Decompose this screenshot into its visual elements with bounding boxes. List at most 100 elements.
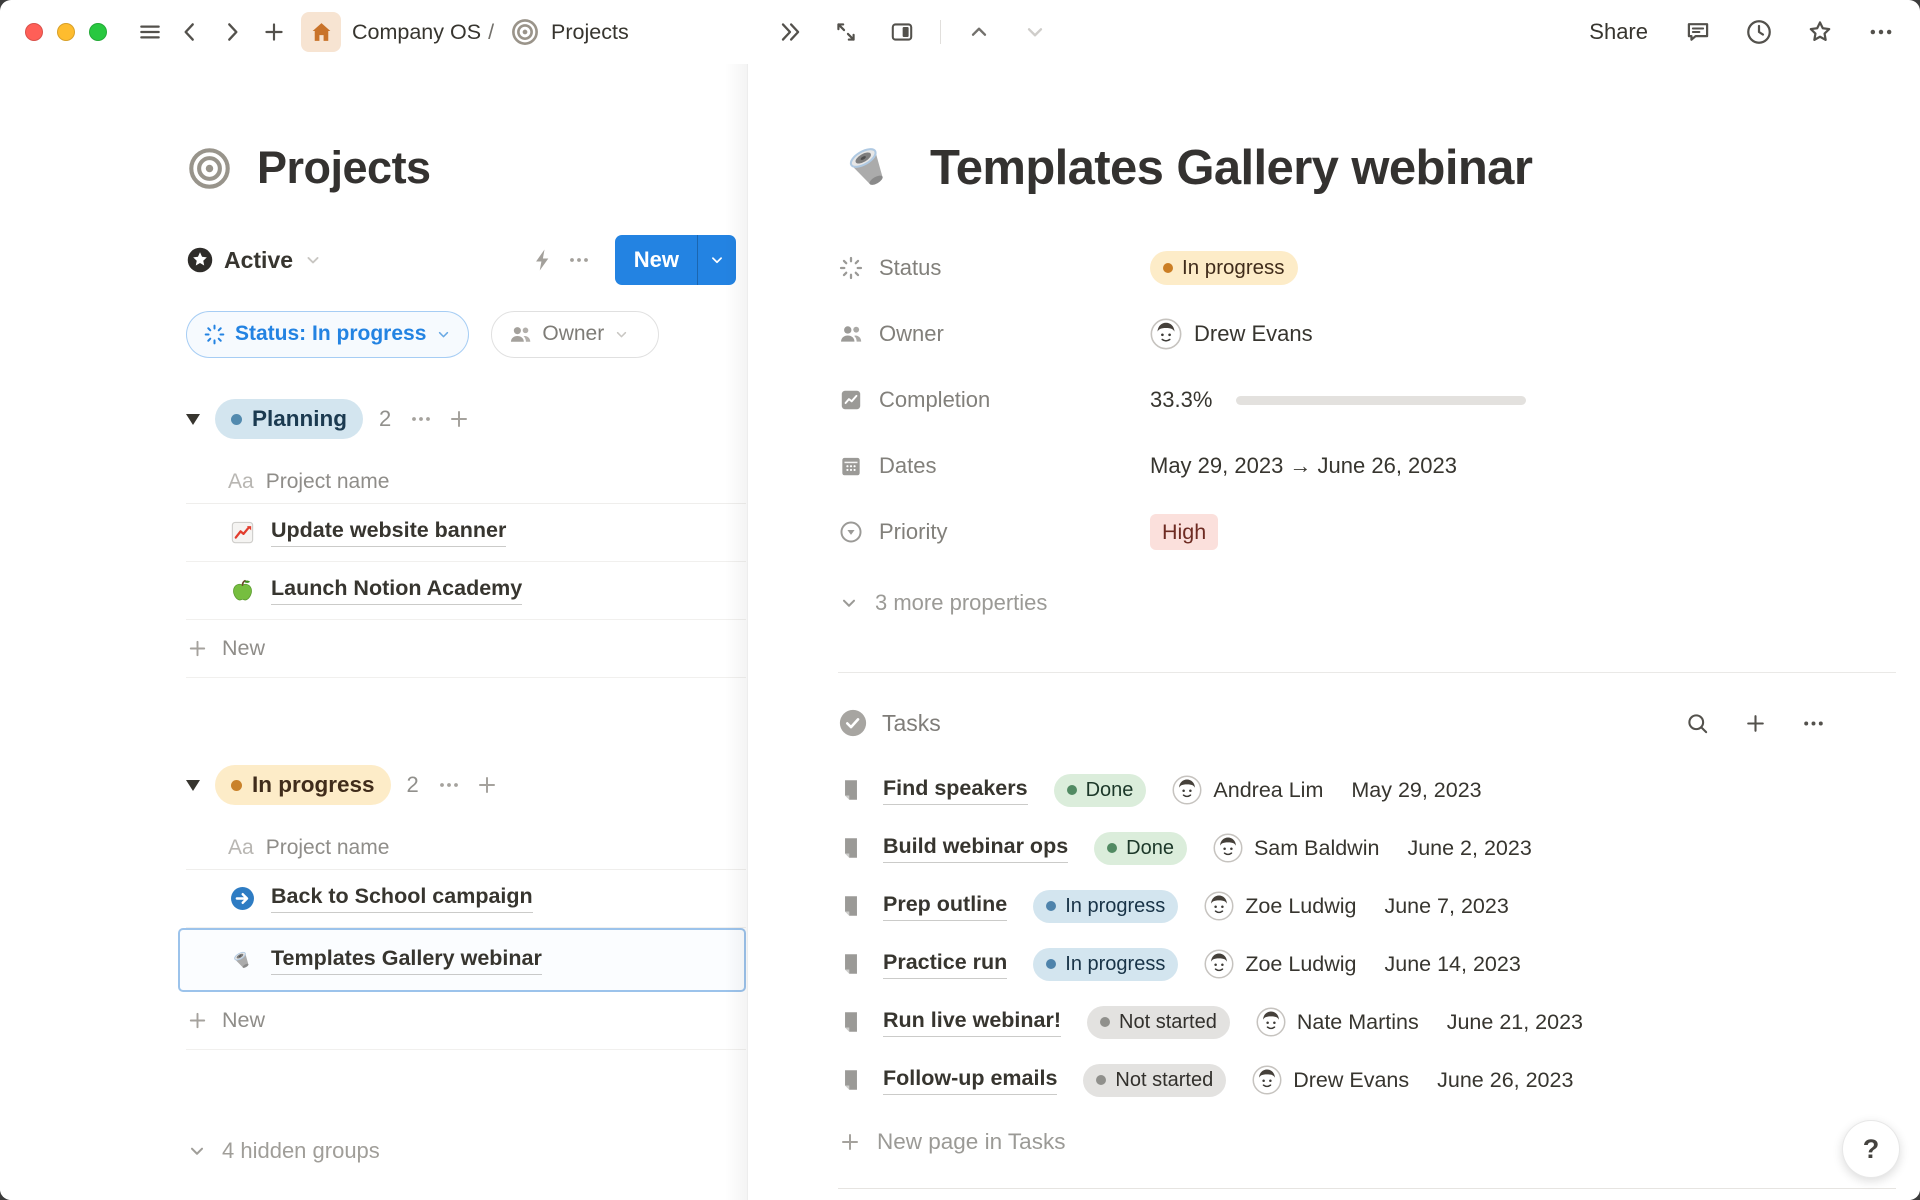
property-value-status[interactable]: In progress (1150, 251, 1298, 285)
database-title-row: Projects (186, 130, 748, 206)
project-title: Update website banner (271, 518, 506, 547)
help-button[interactable]: ? (1842, 1120, 1900, 1178)
previous-page-icon[interactable] (961, 14, 997, 50)
status-spinner-icon (838, 255, 864, 281)
property-label-owner[interactable]: Owner (838, 321, 1150, 347)
comments-icon[interactable] (1681, 15, 1715, 49)
arrow-circle-icon (228, 885, 256, 912)
sidebar-menu-icon[interactable] (133, 15, 167, 49)
group-more-icon[interactable] (437, 773, 461, 797)
breadcrumb-workspace[interactable]: Company OS (352, 20, 481, 45)
filter-chip-status[interactable]: Status: In progress (186, 311, 469, 358)
zoom-window-button[interactable] (89, 23, 107, 41)
app-window: Company OS / Projects Share Projects (0, 0, 1920, 1200)
automations-bolt-icon[interactable] (525, 242, 561, 278)
priority-circle-icon (838, 519, 864, 545)
workspace-home-icon[interactable] (301, 12, 341, 52)
collapse-triangle-icon[interactable] (186, 414, 200, 425)
view-options-icon[interactable] (561, 242, 597, 278)
project-row-launch-notion-academy[interactable]: Launch Notion Academy (186, 562, 746, 620)
nav-back-button[interactable] (173, 15, 207, 49)
search-icon[interactable] (1680, 706, 1714, 740)
property-value-dates[interactable]: May 29, 2023 → June 26, 2023 (1150, 453, 1457, 479)
group-pill-in-progress[interactable]: In progress (215, 765, 391, 805)
task-row-run-live-webinar[interactable]: Run live webinar! Not started Nate Marti… (838, 993, 1896, 1051)
hidden-groups-toggle[interactable]: 4 hidden groups (186, 1134, 748, 1168)
group-header: Planning 2 (186, 398, 748, 440)
project-row-back-to-school-campaign[interactable]: Back to School campaign (186, 870, 746, 928)
task-status-pill[interactable]: Not started (1083, 1064, 1226, 1097)
new-page-in-tasks-button[interactable]: New page in Tasks (838, 1117, 1896, 1167)
more-options-icon[interactable] (1864, 15, 1898, 49)
view-tab-active[interactable]: Active (186, 246, 323, 274)
task-status-pill[interactable]: Not started (1087, 1006, 1230, 1039)
view-controls-row: Active New (186, 234, 748, 286)
tasks-more-icon[interactable] (1796, 706, 1830, 740)
nav-forward-button[interactable] (215, 15, 249, 49)
new-tab-button[interactable] (257, 15, 291, 49)
task-status-pill[interactable]: Done (1094, 832, 1187, 865)
task-status-pill[interactable]: In progress (1033, 890, 1178, 923)
group-pill-planning[interactable]: Planning (215, 399, 363, 439)
close-window-button[interactable] (25, 23, 43, 41)
calendar-icon (838, 453, 864, 479)
breadcrumb-page[interactable]: Projects (551, 20, 629, 45)
column-header[interactable]: Aa Project name (186, 460, 746, 504)
task-row-find-speakers[interactable]: Find speakers Done Andrea Lim May 29, 20… (838, 761, 1896, 819)
new-row-button[interactable]: New (186, 992, 746, 1050)
traffic-lights (25, 23, 107, 41)
collapse-triangle-icon[interactable] (186, 780, 200, 791)
filter-chip-owner[interactable]: Owner (491, 311, 659, 358)
status-pill: In progress (1150, 251, 1298, 285)
peek-controls (772, 0, 1053, 64)
view-tab-label: Active (224, 247, 293, 274)
page-title[interactable]: Templates Gallery webinar (930, 140, 1532, 196)
task-status-pill[interactable]: In progress (1033, 948, 1178, 981)
property-label-status[interactable]: Status (838, 255, 1150, 281)
status-dot (231, 414, 242, 425)
task-row-prep-outline[interactable]: Prep outline In progress Zoe Ludwig June… (838, 877, 1896, 935)
plus-icon (186, 637, 209, 660)
tasks-list: Find speakers Done Andrea Lim May 29, 20… (838, 761, 1896, 1109)
property-row-owner: Owner Drew Evans (838, 301, 1896, 367)
group-header: In progress 2 (186, 764, 748, 806)
task-status-pill[interactable]: Done (1054, 774, 1147, 807)
new-button[interactable]: New (615, 235, 697, 285)
property-list: Status In progress Owner Drew Evans (838, 235, 1896, 565)
share-button[interactable]: Share (1583, 15, 1654, 49)
tasks-title[interactable]: Tasks (882, 710, 941, 737)
speaker-page-icon[interactable] (838, 137, 900, 199)
more-properties-toggle[interactable]: 3 more properties (838, 579, 1896, 627)
favorite-star-icon[interactable] (1803, 15, 1837, 49)
task-title: Follow-up emails (883, 1066, 1057, 1095)
column-header[interactable]: Aa Project name (186, 826, 746, 870)
property-label-dates[interactable]: Dates (838, 453, 1150, 479)
property-label-priority[interactable]: Priority (838, 519, 1150, 545)
task-row-follow-up-emails[interactable]: Follow-up emails Not started Drew Evans … (838, 1051, 1896, 1109)
new-row-button[interactable]: New (186, 620, 746, 678)
completion-percent: 33.3% (1150, 387, 1212, 413)
collapse-peek-icon[interactable] (772, 14, 808, 50)
group-add-icon[interactable] (475, 773, 499, 797)
task-row-build-webinar-ops[interactable]: Build webinar ops Done Sam Baldwin June … (838, 819, 1896, 877)
expand-fullpage-icon[interactable] (828, 14, 864, 50)
task-row-practice-run[interactable]: Practice run In progress Zoe Ludwig June… (838, 935, 1896, 993)
property-value-owner[interactable]: Drew Evans (1150, 318, 1313, 350)
database-title[interactable]: Projects (257, 142, 431, 194)
new-button-dropdown[interactable] (698, 235, 736, 285)
project-row-templates-gallery-webinar-selected[interactable]: Templates Gallery webinar (178, 928, 746, 992)
add-task-icon[interactable] (1738, 706, 1772, 740)
task-date: May 29, 2023 (1351, 778, 1481, 803)
group-add-icon[interactable] (447, 407, 471, 431)
status-dot (1107, 843, 1117, 853)
side-peek-icon[interactable] (884, 14, 920, 50)
history-icon[interactable] (1742, 15, 1776, 49)
property-label-completion[interactable]: Completion (838, 387, 1150, 413)
property-value-priority[interactable]: High (1150, 514, 1218, 550)
group-more-icon[interactable] (409, 407, 433, 431)
next-page-icon[interactable] (1017, 14, 1053, 50)
minimize-window-button[interactable] (57, 23, 75, 41)
chevron-down-icon (186, 1140, 208, 1162)
avatar (1204, 949, 1234, 979)
project-row-update-website-banner[interactable]: Update website banner (186, 504, 746, 562)
